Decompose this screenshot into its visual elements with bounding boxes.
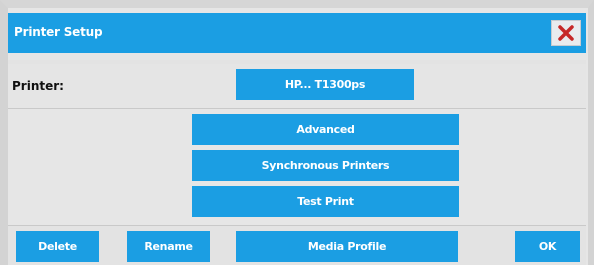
close-icon bbox=[558, 25, 574, 41]
footer-bar: Delete Rename Media Profile OK bbox=[8, 226, 586, 265]
printer-actions-panel: Advanced Synchronous Printers Test Print bbox=[8, 109, 586, 225]
ok-button[interactable]: OK bbox=[515, 231, 580, 262]
printer-row: Printer: HP... T1300ps bbox=[8, 64, 586, 108]
printer-label: Printer: bbox=[12, 79, 64, 93]
advanced-button[interactable]: Advanced bbox=[192, 114, 459, 145]
delete-button[interactable]: Delete bbox=[16, 231, 99, 262]
printer-setup-dialog: Printer Setup Printer: HP... T1300ps Adv… bbox=[0, 0, 594, 265]
test-print-button[interactable]: Test Print bbox=[192, 186, 459, 217]
close-button[interactable] bbox=[551, 20, 581, 46]
dialog-title: Printer Setup bbox=[14, 25, 103, 39]
title-bar: Printer Setup bbox=[8, 13, 586, 53]
rename-button[interactable]: Rename bbox=[127, 231, 210, 262]
media-profile-button[interactable]: Media Profile bbox=[236, 231, 458, 262]
printer-select-button[interactable]: HP... T1300ps bbox=[236, 69, 414, 100]
synchronous-printers-button[interactable]: Synchronous Printers bbox=[192, 150, 459, 181]
